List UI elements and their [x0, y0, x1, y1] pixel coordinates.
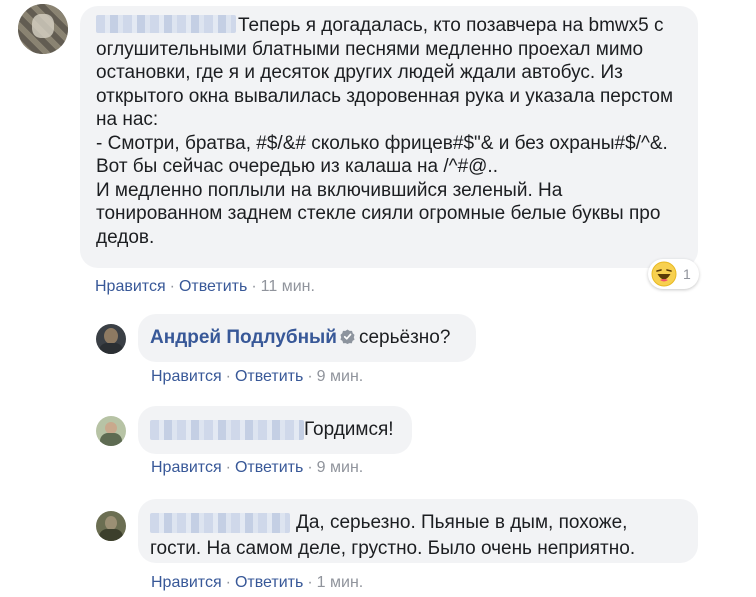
blurred-author-name[interactable]	[150, 512, 290, 533]
comment-timestamp[interactable]: 9 мин.	[317, 459, 364, 476]
separator: ·	[251, 278, 257, 295]
reply-text: Гордимся!	[150, 418, 394, 441]
author-name[interactable]: Андрей Подлубный	[150, 327, 337, 348]
reply-link[interactable]: Ответить	[179, 278, 247, 295]
separator: ·	[225, 574, 231, 591]
reply-avatar[interactable]	[96, 416, 126, 446]
blurred-author-name[interactable]	[96, 14, 236, 33]
separator: ·	[307, 574, 313, 591]
main-comment-actions: Нравится · Ответить · 11 мин.	[95, 278, 315, 296]
like-link[interactable]: Нравится	[151, 459, 222, 476]
separator: ·	[225, 459, 231, 476]
like-link[interactable]: Нравится	[151, 368, 222, 385]
separator: ·	[169, 278, 175, 295]
comment-timestamp[interactable]: 11 мин.	[261, 278, 315, 295]
reply-text: Андрей Подлубный серьёзно?	[150, 326, 450, 349]
separator: ·	[307, 368, 313, 385]
reply-actions: Нравится · Ответить · 9 мин.	[151, 368, 363, 386]
separator: ·	[225, 368, 231, 385]
reply-avatar[interactable]	[96, 324, 126, 354]
haha-emoji-icon	[651, 261, 677, 287]
comment-timestamp[interactable]: 1 мин.	[317, 574, 364, 591]
main-comment-body: Теперь я догадалась, кто позавчера на bm…	[96, 15, 674, 248]
blurred-author-name[interactable]	[150, 419, 304, 440]
reply-link[interactable]: Ответить	[235, 368, 303, 385]
main-comment-avatar[interactable]	[18, 4, 68, 54]
reply-avatar[interactable]	[96, 511, 126, 541]
main-comment-text: Теперь я догадалась, кто позавчера на bm…	[96, 14, 692, 249]
reply-text: Да, серьезно. Пьяные в дым, похоже, гост…	[150, 510, 680, 562]
separator: ·	[307, 459, 313, 476]
like-link[interactable]: Нравится	[151, 574, 222, 591]
like-link[interactable]: Нравится	[95, 278, 166, 295]
reply-actions: Нравится · Ответить · 9 мин.	[151, 459, 363, 477]
reply-body: Гордимся!	[304, 419, 394, 440]
verified-badge-icon	[340, 329, 355, 344]
reaction-summary[interactable]: 1	[648, 259, 699, 289]
reply-link[interactable]: Ответить	[235, 574, 303, 591]
reply-actions: Нравится · Ответить · 1 мин.	[151, 574, 363, 592]
reaction-count: 1	[683, 266, 691, 282]
reply-link[interactable]: Ответить	[235, 459, 303, 476]
reply-body: серьёзно?	[358, 327, 451, 348]
comment-timestamp[interactable]: 9 мин.	[317, 368, 364, 385]
